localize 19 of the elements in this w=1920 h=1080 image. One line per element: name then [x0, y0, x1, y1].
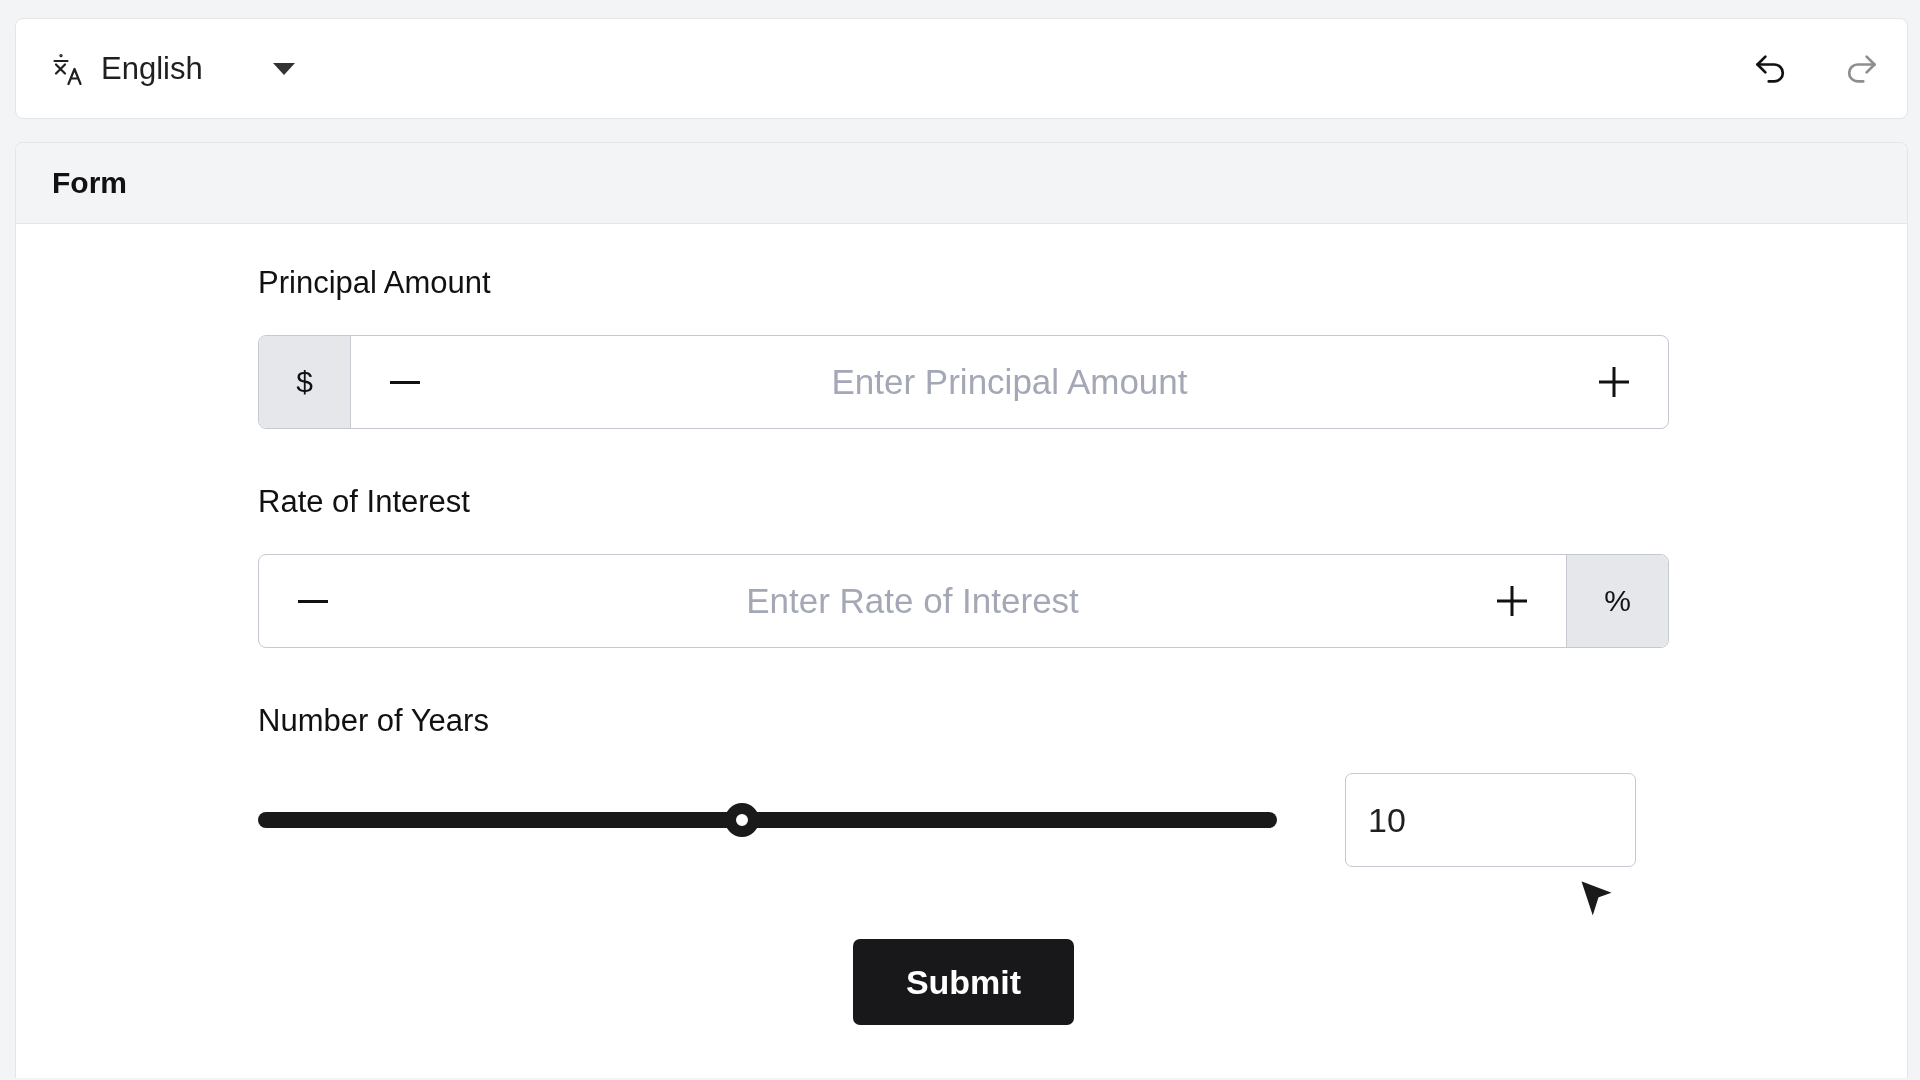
field-label: Number of Years — [258, 702, 489, 740]
number-input[interactable]: Enter Principal Amount — [459, 336, 1560, 428]
number-input[interactable]: Enter Rate of Interest — [367, 555, 1458, 647]
number-input[interactable]: 10 — [1345, 773, 1636, 867]
form-title: Form — [52, 166, 127, 200]
unit-addon: $ — [259, 336, 351, 428]
field-label: Principal Amount — [258, 264, 491, 302]
stepper-field[interactable]: $ Enter Principal Amount — [258, 335, 1669, 429]
plus-icon — [1497, 586, 1527, 616]
unit-addon: % — [1566, 555, 1668, 647]
field-label: Rate of Interest — [258, 483, 470, 521]
plus-icon — [1599, 367, 1629, 397]
caret-icon — [272, 62, 295, 75]
minus-icon — [390, 380, 420, 384]
translate-icon — [52, 52, 84, 85]
minus-icon — [298, 599, 328, 603]
language-select[interactable]: English — [52, 50, 295, 87]
submit-button[interactable]: Submit — [853, 939, 1074, 1025]
stepper-field[interactable]: Enter Rate of Interest % — [258, 554, 1669, 648]
